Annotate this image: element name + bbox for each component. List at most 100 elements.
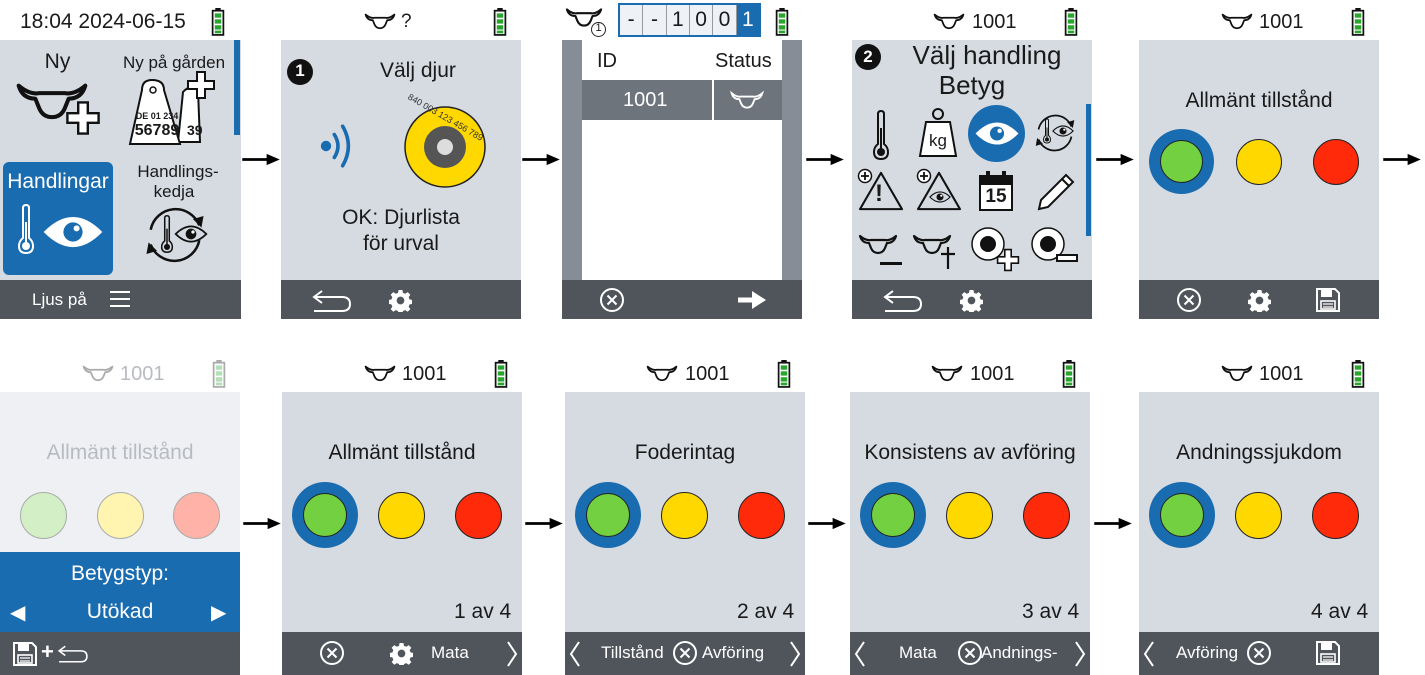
battery-icon	[211, 8, 225, 36]
calendar-day: 15	[985, 186, 1007, 207]
back-icon[interactable]	[880, 288, 926, 314]
next-button[interactable]: Andnings-	[981, 643, 1058, 663]
grade-green[interactable]	[303, 493, 347, 537]
light-on-button[interactable]: Ljus på	[32, 290, 87, 310]
battery-icon	[1351, 360, 1365, 388]
status-clock: 18:04 2024-06-15	[20, 10, 186, 33]
grade-red[interactable]	[1312, 492, 1359, 539]
prev-button[interactable]: Avföring	[1176, 643, 1238, 663]
chevron-left-icon[interactable]	[569, 640, 581, 668]
cancel-icon[interactable]	[1246, 640, 1272, 666]
grade-red[interactable]	[455, 492, 502, 539]
id-digit[interactable]: -	[643, 5, 667, 35]
prev-button[interactable]: Tillstånd	[601, 643, 664, 663]
cow-icon	[364, 12, 396, 30]
id-input-field[interactable]: - - 1 0 0 1	[618, 3, 761, 37]
select-action-title: Välj handling	[912, 40, 1062, 70]
flow-arrow-icon	[1094, 516, 1132, 531]
cancel-icon[interactable]	[599, 287, 625, 313]
grade-yellow[interactable]	[946, 492, 993, 539]
battery-icon	[1351, 8, 1365, 36]
flow-arrow-icon	[806, 152, 844, 167]
thermometer-icon	[159, 215, 175, 253]
grade-yellow	[97, 492, 144, 539]
grade-green[interactable]	[1160, 493, 1204, 537]
grade-green[interactable]	[1160, 140, 1203, 183]
grade-red[interactable]	[1313, 139, 1359, 185]
grade-yellow[interactable]	[1236, 139, 1282, 185]
menu-item-actions-label: Handlingar	[7, 170, 109, 193]
scrollbar[interactable]	[234, 40, 240, 135]
chevron-right-icon[interactable]	[789, 640, 801, 668]
header-animal-id: 1001	[970, 363, 1015, 385]
page-counter: 3 av 4	[1022, 600, 1080, 623]
header-animal-id: 1001	[120, 363, 165, 385]
footer-bar	[281, 280, 521, 319]
cancel-icon[interactable]	[1176, 287, 1202, 313]
save-icon[interactable]	[1315, 640, 1341, 666]
footer-bar: +	[0, 632, 240, 675]
menu-item-action-chain[interactable]: Handlings- kedja	[122, 160, 234, 275]
thermometer-icon	[1042, 118, 1052, 144]
id-digit[interactable]: 0	[713, 5, 737, 35]
scrollbar[interactable]	[1086, 104, 1091, 236]
column-header-status: Status	[715, 50, 772, 72]
cancel-icon[interactable]	[957, 640, 983, 666]
gear-icon[interactable]	[1248, 289, 1271, 312]
arrow-right-icon[interactable]: ▶	[211, 600, 226, 625]
thermometer-icon[interactable]	[870, 110, 892, 160]
action-grade-selected[interactable]	[968, 105, 1025, 162]
grade-red[interactable]	[738, 492, 785, 539]
page-counter: 1 av 4	[454, 600, 512, 623]
tag-line2: 56789	[134, 122, 180, 139]
prev-button[interactable]: Mata	[899, 643, 937, 663]
save-icon[interactable]	[12, 641, 38, 667]
cancel-icon[interactable]	[672, 640, 698, 666]
menu-icon[interactable]	[110, 290, 130, 308]
weight-unit: kg	[929, 131, 947, 150]
cow-minus-icon[interactable]	[858, 232, 898, 256]
rating-type-value[interactable]: Utökad	[0, 600, 240, 624]
table-row[interactable]: 1001	[582, 80, 782, 120]
next-button[interactable]: Avföring	[702, 643, 764, 663]
grade-yellow[interactable]	[378, 492, 425, 539]
id-digit[interactable]: 1	[666, 5, 690, 35]
grade-yellow[interactable]	[1235, 492, 1282, 539]
chevron-left-icon[interactable]	[1143, 640, 1155, 668]
cow-icon	[1221, 12, 1253, 30]
header-animal-id: ?	[401, 11, 412, 32]
flow-arrow-icon	[525, 516, 563, 531]
footer-bar	[562, 280, 802, 319]
footer-bar: Tillstånd Avföring	[565, 632, 805, 675]
gear-icon[interactable]	[960, 289, 983, 312]
page-counter: 2 av 4	[737, 600, 795, 623]
menu-item-new[interactable]: Ny	[10, 48, 110, 140]
arrow-right-icon[interactable]	[738, 290, 766, 310]
plus-icon	[186, 70, 216, 100]
chevron-left-icon[interactable]	[854, 640, 866, 668]
pencil-icon[interactable]	[1036, 172, 1076, 212]
gear-icon[interactable]	[389, 289, 412, 312]
grade-green[interactable]	[586, 493, 630, 537]
step-number: 2	[863, 47, 873, 66]
id-digit[interactable]: -	[620, 5, 644, 35]
chevron-right-icon[interactable]	[506, 640, 518, 668]
save-icon[interactable]	[1315, 287, 1341, 313]
menu-item-new-on-farm[interactable]: Ny på gården DE 01 234 56789 39	[118, 48, 233, 148]
grade-red[interactable]	[1023, 492, 1070, 539]
back-icon[interactable]	[309, 288, 355, 314]
id-digit-active[interactable]: 1	[736, 5, 759, 35]
menu-item-actions[interactable]: Handlingar	[3, 162, 113, 275]
chevron-right-icon[interactable]	[1074, 640, 1086, 668]
ok-hint-2: för urval	[363, 232, 439, 255]
gear-icon[interactable]	[390, 642, 413, 665]
grade-yellow[interactable]	[661, 492, 708, 539]
header-animal-id: 1001	[1259, 363, 1304, 385]
next-button[interactable]: Mata	[431, 643, 469, 663]
back-icon[interactable]	[56, 642, 90, 666]
row-divider	[712, 80, 714, 120]
id-digit[interactable]: 0	[689, 5, 714, 35]
grade-green[interactable]	[871, 493, 915, 537]
cancel-icon[interactable]	[319, 640, 345, 666]
cross-icon	[941, 247, 955, 269]
